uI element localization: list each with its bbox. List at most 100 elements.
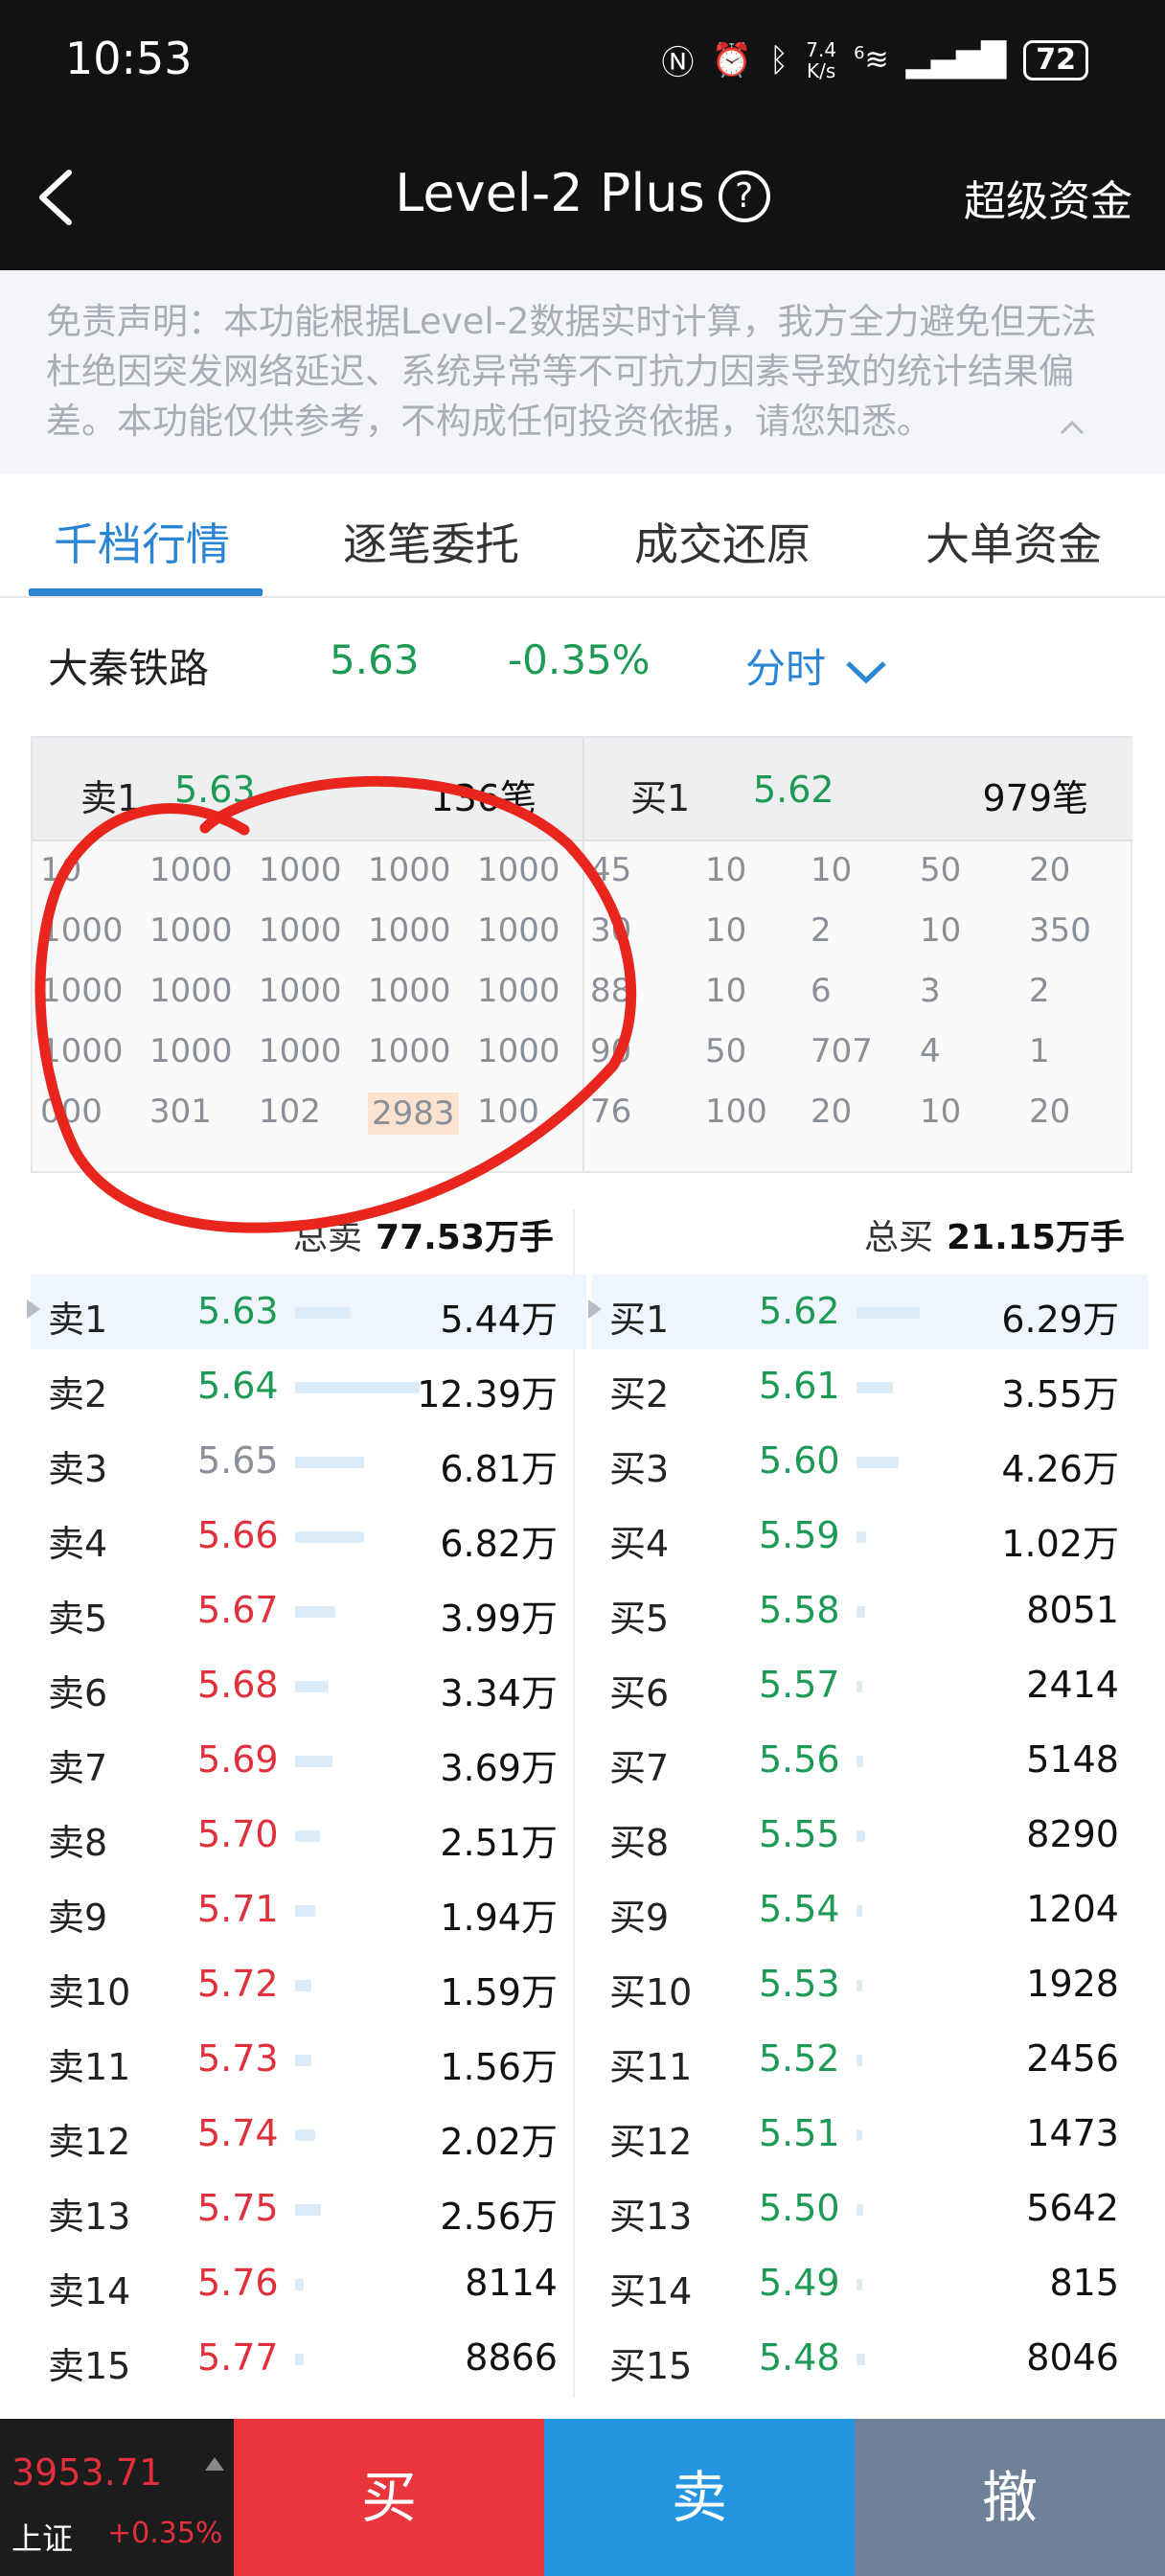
- buy-volume-bar: [857, 2354, 865, 2365]
- sell-button[interactable]: 卖: [544, 2419, 855, 2576]
- buy-level-row[interactable]: 买10 5.53 1928: [592, 1947, 1148, 2022]
- queue-order-cell: 20: [811, 1092, 853, 1131]
- sell-level-row[interactable]: 卖6 5.68 3.34万: [31, 1648, 586, 1723]
- sell-level-row[interactable]: 卖2 5.64 12.39万: [31, 1349, 586, 1424]
- sell-level-row[interactable]: 卖11 5.73 1.56万: [31, 2022, 586, 2097]
- sell-level-row[interactable]: 卖13 5.75 2.56万: [31, 2172, 586, 2246]
- buy-volume-bar: [857, 2279, 862, 2290]
- sell-level-row[interactable]: 卖15 5.77 8866: [31, 2321, 586, 2396]
- buy-level-row[interactable]: 买1 5.62 6.29万: [588, 1275, 1148, 1349]
- buy-level-row[interactable]: 买14 5.49 815: [592, 2246, 1148, 2321]
- buy-level-price: 5.62: [759, 1290, 840, 1332]
- sell-volume-bar: [295, 1457, 364, 1468]
- sell-level-volume: 8866: [465, 2336, 558, 2379]
- selected-row-marker-icon: [27, 1300, 40, 1319]
- buy-level-row[interactable]: 买12 5.51 1473: [592, 2097, 1148, 2172]
- tab-order-by-order[interactable]: 逐笔委托: [343, 510, 519, 573]
- buy-level-volume: 8051: [1026, 1589, 1119, 1631]
- super-funds-link[interactable]: 超级资金: [964, 167, 1132, 228]
- stock-change: -0.35%: [508, 636, 651, 683]
- buy-level-label: 买2: [609, 1373, 670, 1415]
- queue-order-cell: 88: [590, 972, 632, 1010]
- queue-order-cell: 50: [705, 1032, 747, 1070]
- page-title-text: Level-2 Plus: [395, 163, 705, 223]
- cancel-order-button[interactable]: 撤: [855, 2419, 1165, 2576]
- battery-icon: 72: [1023, 39, 1088, 80]
- buy-level-row[interactable]: 买11 5.52 2456: [592, 2022, 1148, 2097]
- queue-order-cell: 10: [920, 1092, 962, 1131]
- buy-level-row[interactable]: 买15 5.48 8046: [592, 2321, 1148, 2396]
- buy-level-row[interactable]: 买8 5.55 8290: [592, 1798, 1148, 1873]
- signal-icon: ▂▄▆█: [905, 40, 1007, 80]
- buy-level-row[interactable]: 买9 5.54 1204: [592, 1873, 1148, 1947]
- buy-level-row[interactable]: 买2 5.61 3.55万: [592, 1349, 1148, 1424]
- sell-level-price: 5.65: [197, 1439, 279, 1482]
- sell-level-price: 5.73: [197, 2037, 279, 2080]
- sell-level-row[interactable]: 卖14 5.76 8114: [31, 2246, 586, 2321]
- queue-order-cell: 1000: [40, 972, 124, 1010]
- sell-level-label: 卖4: [48, 1523, 108, 1565]
- sell-level-row[interactable]: 卖9 5.71 1.94万: [31, 1873, 586, 1947]
- buy-level-row[interactable]: 买7 5.56 5148: [592, 1723, 1148, 1798]
- queue-order-cell: 1000: [149, 911, 233, 950]
- queue-order-cell: 100: [477, 1092, 539, 1131]
- collapse-caret-icon[interactable]: [1058, 414, 1086, 443]
- tab-depth-quotes[interactable]: 千档行情: [54, 510, 230, 573]
- buy-queue: 买1 5.62 979笔 45 10 10 50 20 30 10 2 10 350 88 10 6 3 2…: [584, 738, 1132, 1171]
- sell-level-row[interactable]: 卖8 5.70 2.51万: [31, 1798, 586, 1873]
- sell-level-label: 卖9: [48, 1897, 108, 1939]
- tab-trade-replay[interactable]: 成交还原: [634, 510, 811, 573]
- period-selector[interactable]: 分时: [745, 636, 888, 703]
- sell-level-row[interactable]: 卖7 5.69 3.69万: [31, 1723, 586, 1798]
- sell-level-label: 卖8: [48, 1822, 108, 1864]
- buy-level-row[interactable]: 买6 5.57 2414: [592, 1648, 1148, 1723]
- buy-level-price: 5.50: [759, 2187, 840, 2229]
- sell-level-row[interactable]: 卖5 5.67 3.99万: [31, 1574, 586, 1648]
- buy-volume-bar: [857, 1606, 865, 1618]
- sell-level-row[interactable]: 卖10 5.72 1.59万: [31, 1947, 586, 2022]
- sell-level-label: 卖12: [48, 2121, 131, 2163]
- sell-level-volume: 3.99万: [440, 1598, 558, 1640]
- total-sell-value: 77.53万手: [376, 1218, 554, 1257]
- buy-volume-bar: [857, 1830, 865, 1842]
- sell-volume-bar: [295, 2354, 304, 2365]
- sell-volume-bar: [295, 1606, 335, 1618]
- buy-level-price: 5.59: [759, 1514, 840, 1556]
- buy-button[interactable]: 买: [234, 2419, 544, 2576]
- expand-up-icon: [205, 2457, 224, 2471]
- buy-volume-bar: [857, 1382, 893, 1393]
- wifi-label: 6: [854, 43, 865, 63]
- buy-queue-price: 5.62: [753, 769, 834, 811]
- buy-volume-bar: [857, 1980, 862, 1991]
- queue-order-cell: 1000: [368, 1032, 451, 1070]
- sell-level-label: 卖7: [48, 1747, 108, 1789]
- sell-level-row[interactable]: 卖4 5.66 6.82万: [31, 1499, 586, 1574]
- buy-level-label: 买12: [609, 2121, 693, 2163]
- buy-level-label: 买4: [609, 1523, 670, 1565]
- buy-level-volume: 1.02万: [1001, 1523, 1119, 1565]
- sell-level-volume: 3.69万: [440, 1747, 558, 1789]
- buy-level-row[interactable]: 买13 5.50 5642: [592, 2172, 1148, 2246]
- sell-level-row[interactable]: 卖3 5.65 6.81万: [31, 1424, 586, 1499]
- sell-volume-bar: [295, 2204, 321, 2216]
- nav-bar: Level-2 Plus? 超级资金: [0, 125, 1165, 270]
- sell-level-row[interactable]: 卖12 5.74 2.02万: [31, 2097, 586, 2172]
- queue-order-cell: 000: [40, 1092, 103, 1131]
- sell-level-price: 5.71: [197, 1888, 279, 1930]
- buy-level-volume: 2414: [1026, 1664, 1119, 1706]
- sell-level-volume: 2.51万: [440, 1822, 558, 1864]
- buy-level-volume: 5642: [1026, 2187, 1119, 2229]
- queue-order-cell: 20: [1029, 1092, 1071, 1131]
- buy-level-row[interactable]: 买5 5.58 8051: [592, 1574, 1148, 1648]
- buy-level-label: 买10: [609, 1971, 693, 2013]
- tab-big-order-funds[interactable]: 大单资金: [925, 510, 1102, 573]
- sell-level-row[interactable]: 卖1 5.63 5.44万: [27, 1275, 586, 1349]
- buy-level-row[interactable]: 买4 5.59 1.02万: [592, 1499, 1148, 1574]
- help-icon[interactable]: ?: [718, 171, 770, 222]
- queue-order-cell: 1000: [259, 851, 342, 889]
- total-buy: 总买 21.15万手: [864, 1209, 1125, 1259]
- buy-queue-header: 买1 5.62 979笔: [584, 738, 1132, 841]
- sell-level-label: 卖5: [48, 1598, 108, 1640]
- index-ticker[interactable]: 3953.71 上证 +0.35%: [0, 2419, 234, 2576]
- buy-level-row[interactable]: 买3 5.60 4.26万: [592, 1424, 1148, 1499]
